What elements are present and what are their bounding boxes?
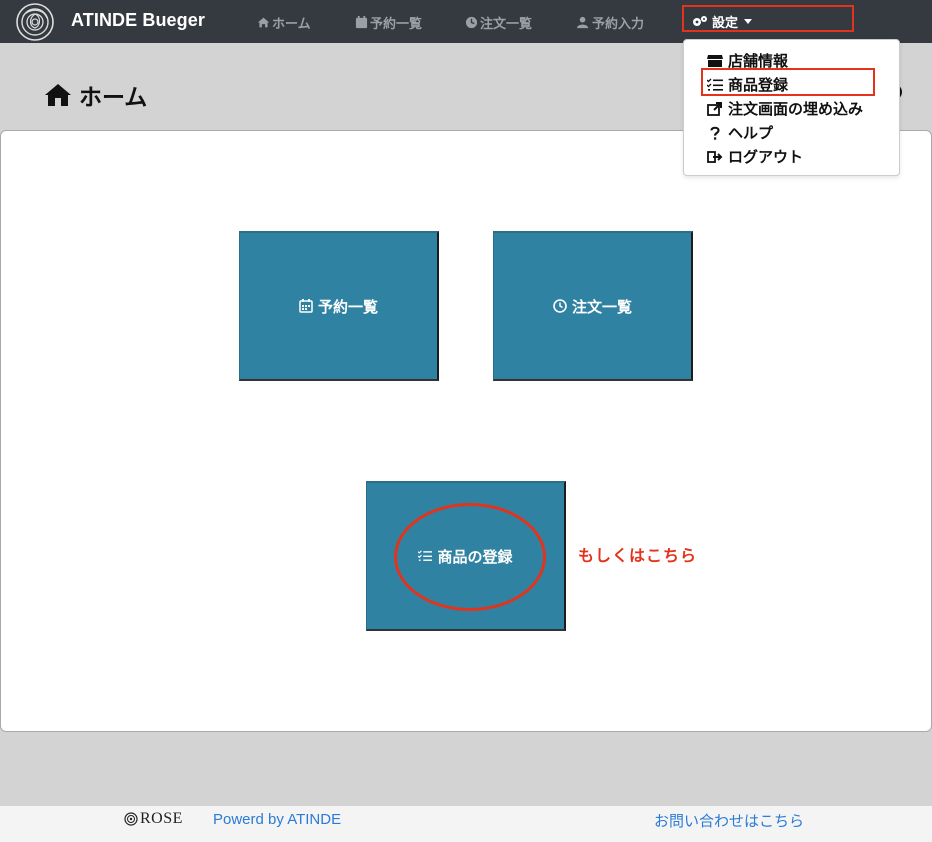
annotation-highlight-box (701, 68, 875, 96)
menu-item-label: ログアウト (728, 148, 804, 166)
footer-rose-text: ROSE (140, 810, 183, 827)
nav-item-label: 予約入力 (592, 17, 645, 32)
nav-item-reservations[interactable]: 予約一覧 (355, 13, 422, 32)
settings-dropdown-toggle[interactable]: 設定 (682, 5, 854, 32)
calendar-icon (299, 299, 313, 313)
question-icon (710, 126, 720, 140)
nav-item-home[interactable]: ホーム (257, 13, 311, 32)
tile-label: 予約一覧 (317, 297, 378, 316)
nav-item-orders[interactable]: 注文一覧 (465, 13, 532, 32)
menu-item-embed-order-screen[interactable]: 注文画面の埋め込み (707, 98, 863, 119)
reservations-tile-button[interactable]: 予約一覧 (239, 231, 439, 381)
calendar-icon (355, 16, 368, 29)
nav-item-label: 予約一覧 (370, 17, 423, 32)
powered-by-link[interactable]: Powerd by ATINDE (213, 811, 341, 828)
page-title-text: ホーム (79, 85, 148, 111)
home-icon (257, 17, 270, 28)
nav-item-label: 注文一覧 (480, 17, 533, 32)
menu-item-logout[interactable]: ログアウト (707, 146, 803, 167)
user-edit-icon (577, 16, 589, 29)
contact-link[interactable]: お問い合わせはこちら (654, 810, 804, 831)
menu-item-label: 注文画面の埋め込み (728, 100, 864, 118)
clock-icon (553, 299, 567, 313)
gears-icon (693, 16, 707, 26)
brand-name[interactable]: ATINDE Bueger (71, 10, 205, 31)
store-icon (707, 54, 723, 67)
page-title: ホーム (45, 78, 147, 112)
orders-tile-button[interactable]: 注文一覧 (493, 231, 693, 381)
footer-rose-logo: ROSE (124, 810, 183, 828)
rose-logo-icon[interactable] (15, 2, 55, 42)
rose-icon (124, 812, 138, 826)
nav-item-reservation-input[interactable]: 予約入力 (577, 13, 644, 32)
share-icon (707, 101, 722, 116)
settings-label: 設定 (712, 16, 739, 31)
annotation-ellipse (394, 503, 546, 611)
nav-item-label: ホーム (272, 17, 311, 32)
menu-item-label: ヘルプ (728, 124, 774, 142)
annotation-note: もしくはこちら (578, 546, 698, 565)
main-panel (0, 130, 932, 732)
clock-icon (465, 16, 478, 29)
home-icon (45, 84, 71, 106)
sign-out-icon (707, 150, 723, 163)
caret-down-icon (744, 19, 753, 24)
tile-label: 注文一覧 (571, 297, 632, 316)
menu-item-help[interactable]: ヘルプ (707, 122, 773, 143)
